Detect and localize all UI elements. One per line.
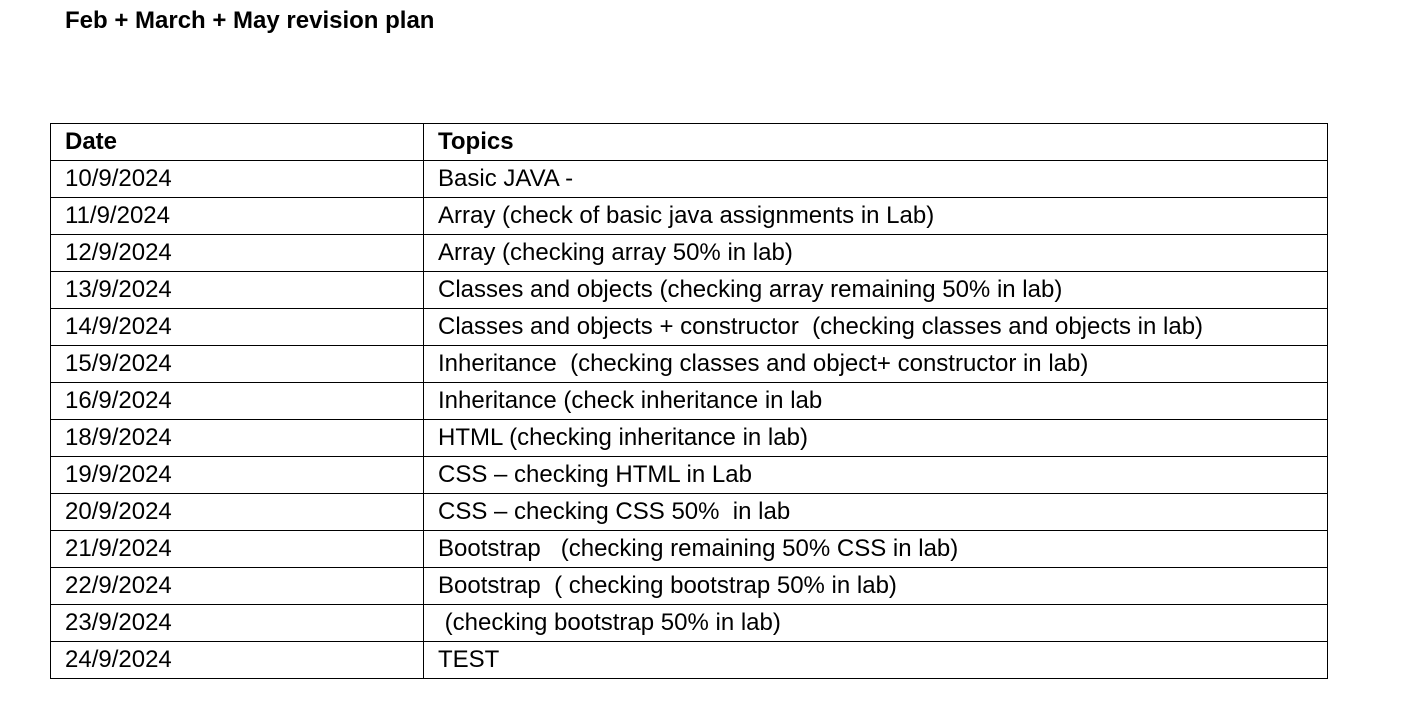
topics-column-header: Topics bbox=[423, 123, 1328, 161]
table-row: 15/9/2024 Inheritance (checking classes … bbox=[50, 345, 1328, 383]
date-cell: 16/9/2024 bbox=[50, 382, 424, 420]
table-row: 23/9/2024 (checking bootstrap 50% in lab… bbox=[50, 604, 1328, 642]
date-cell: 22/9/2024 bbox=[50, 567, 424, 605]
date-cell: 24/9/2024 bbox=[50, 641, 424, 679]
revision-plan-table: Date Topics 10/9/2024 Basic JAVA - 11/9/… bbox=[50, 123, 1328, 679]
date-cell: 14/9/2024 bbox=[50, 308, 424, 346]
table-row: 19/9/2024 CSS – checking HTML in Lab bbox=[50, 456, 1328, 494]
topic-cell: TEST bbox=[423, 641, 1328, 679]
table-row: 10/9/2024 Basic JAVA - bbox=[50, 160, 1328, 198]
table-row: 21/9/2024 Bootstrap (checking remaining … bbox=[50, 530, 1328, 568]
table-row: 20/9/2024 CSS – checking CSS 50% in lab bbox=[50, 493, 1328, 531]
topic-cell: (checking bootstrap 50% in lab) bbox=[423, 604, 1328, 642]
topic-cell: Bootstrap (checking remaining 50% CSS in… bbox=[423, 530, 1328, 568]
topic-cell: CSS – checking HTML in Lab bbox=[423, 456, 1328, 494]
page-title: Feb + March + May revision plan bbox=[65, 7, 435, 34]
topic-cell: Bootstrap ( checking bootstrap 50% in la… bbox=[423, 567, 1328, 605]
date-cell: 19/9/2024 bbox=[50, 456, 424, 494]
topic-cell: Inheritance (checking classes and object… bbox=[423, 345, 1328, 383]
date-cell: 13/9/2024 bbox=[50, 271, 424, 309]
topic-cell: Inheritance (check inheritance in lab bbox=[423, 382, 1328, 420]
date-cell: 18/9/2024 bbox=[50, 419, 424, 457]
table-row: 24/9/2024 TEST bbox=[50, 641, 1328, 679]
topic-cell: Array (check of basic java assignments i… bbox=[423, 197, 1328, 235]
date-cell: 10/9/2024 bbox=[50, 160, 424, 198]
date-cell: 21/9/2024 bbox=[50, 530, 424, 568]
date-cell: 20/9/2024 bbox=[50, 493, 424, 531]
table-row: 13/9/2024 Classes and objects (checking … bbox=[50, 271, 1328, 309]
table-row: 14/9/2024 Classes and objects + construc… bbox=[50, 308, 1328, 346]
topic-cell: Array (checking array 50% in lab) bbox=[423, 234, 1328, 272]
table-row: 11/9/2024 Array (check of basic java ass… bbox=[50, 197, 1328, 235]
date-cell: 12/9/2024 bbox=[50, 234, 424, 272]
table-header-row: Date Topics bbox=[50, 123, 1328, 161]
topic-cell: Basic JAVA - bbox=[423, 160, 1328, 198]
topic-cell: HTML (checking inheritance in lab) bbox=[423, 419, 1328, 457]
date-cell: 23/9/2024 bbox=[50, 604, 424, 642]
table-row: 22/9/2024 Bootstrap ( checking bootstrap… bbox=[50, 567, 1328, 605]
topic-cell: Classes and objects (checking array rema… bbox=[423, 271, 1328, 309]
topic-cell: CSS – checking CSS 50% in lab bbox=[423, 493, 1328, 531]
table-row: 16/9/2024 Inheritance (check inheritance… bbox=[50, 382, 1328, 420]
table-row: 18/9/2024 HTML (checking inheritance in … bbox=[50, 419, 1328, 457]
date-column-header: Date bbox=[50, 123, 424, 161]
date-cell: 11/9/2024 bbox=[50, 197, 424, 235]
topic-cell: Classes and objects + constructor (check… bbox=[423, 308, 1328, 346]
table-row: 12/9/2024 Array (checking array 50% in l… bbox=[50, 234, 1328, 272]
date-cell: 15/9/2024 bbox=[50, 345, 424, 383]
